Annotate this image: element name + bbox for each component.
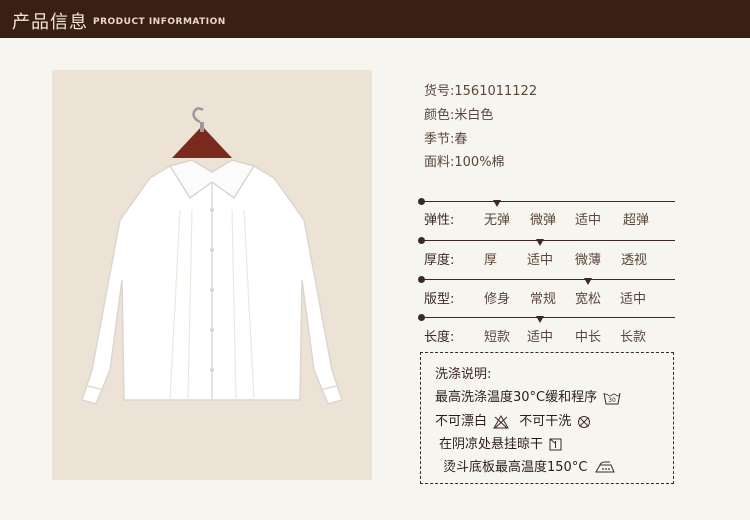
length-scale-line [418,314,675,323]
no-dry-clean-icon [578,415,591,428]
header-subtitle: PRODUCT INFORMATION [93,17,226,27]
wash-instructions-box: 洗涤说明: 最高洗涤温度30°C缓和程序 30 不可漂白 不可干洗 在阴凉处悬挂… [420,352,674,484]
thickness-marker [536,239,544,246]
wash-line-bleach-dryclean: 不可漂白 不可干洗 [435,410,591,429]
svg-text:30: 30 [608,397,616,404]
length-row: 长度: 短款 适中 中长 长款 [424,330,647,345]
header-bar: 产品信息 PRODUCT INFORMATION [0,0,750,38]
header-title: 产品信息 [12,12,88,33]
fit-row: 版型: 修身 常规 宽松 适中 [424,292,647,307]
product-photo [52,70,372,480]
spec-fabric: 面料:100%棉 [424,155,505,170]
iron-icon [594,461,615,473]
elasticity-marker [493,200,501,207]
wash-tub-icon: 30 [603,392,621,404]
elasticity-scale-line [418,198,675,207]
hang-dry-icon [549,438,562,451]
wash-line-temperature: 最高洗涤温度30°C缓和程序 30 [435,386,621,405]
shirt-image [81,107,343,405]
elasticity-row: 弹性: 无弹 微弹 适中 超弹 [424,213,650,228]
thickness-scale-line [418,237,675,246]
spec-season: 季节:春 [424,132,468,147]
wash-line-iron: 烫斗底板最高温度150°C [443,456,616,475]
no-bleach-icon [493,414,510,428]
spec-sku: 货号:1561011122 [424,84,538,99]
wash-line-hang-dry: 在阴凉处悬挂晾干 [439,433,562,452]
length-marker [536,316,544,323]
fit-scale-line [418,276,675,285]
spec-color: 颜色:米白色 [424,108,494,123]
fit-marker [584,278,592,285]
thickness-row: 厚度: 厚 适中 微薄 透视 [424,253,648,268]
wash-title: 洗涤说明: [435,367,492,382]
